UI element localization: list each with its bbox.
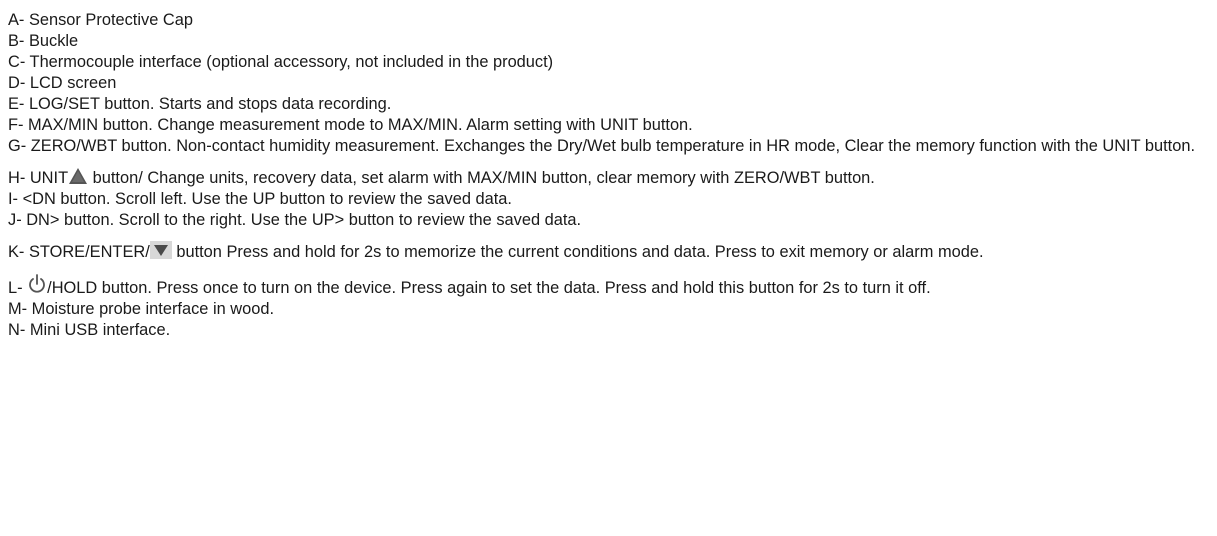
item-d: D- LCD screen <box>8 74 117 92</box>
legend-list: A- Sensor Protective Cap B- Buckle C- Th… <box>8 10 1208 341</box>
item-c: C- Thermocouple interface (optional acce… <box>8 53 554 71</box>
item-h-prefix: H- UNIT <box>8 169 69 187</box>
item-b: B- Buckle <box>8 32 79 50</box>
down-triangle-icon <box>149 241 172 259</box>
item-h: H- UNIT button/ Change units, recovery d… <box>8 167 1208 189</box>
item-k: K- STORE/ENTER/ button Press and hold fo… <box>8 241 1208 263</box>
power-icon <box>27 273 47 295</box>
item-f: F- MAX/MIN button. Change measurement mo… <box>8 116 693 134</box>
up-triangle-icon <box>68 167 88 185</box>
item-k-prefix: K- STORE/ENTER/ <box>8 243 150 261</box>
item-l: L- /HOLD button. Press once to turn on t… <box>8 273 1208 299</box>
item-l-suffix: /HOLD button. Press once to turn on the … <box>47 279 931 297</box>
item-j: J- DN> button. Scroll to the right. Use … <box>8 211 582 229</box>
item-m: M- Moisture probe interface in wood. <box>8 300 275 318</box>
item-e: E- LOG/SET button. Starts and stops data… <box>8 95 392 113</box>
item-n: N- Mini USB interface. <box>8 321 171 339</box>
item-h-suffix: button/ Change units, recovery data, set… <box>88 169 875 187</box>
item-k-suffix: button Press and hold for 2s to memorize… <box>171 243 984 261</box>
item-i: I- <DN button. Scroll left. Use the UP b… <box>8 190 512 208</box>
item-l-prefix: L- <box>8 279 28 297</box>
item-g: G- ZERO/WBT button. Non-contact humidity… <box>8 137 1196 155</box>
item-a: A- Sensor Protective Cap <box>8 11 193 29</box>
